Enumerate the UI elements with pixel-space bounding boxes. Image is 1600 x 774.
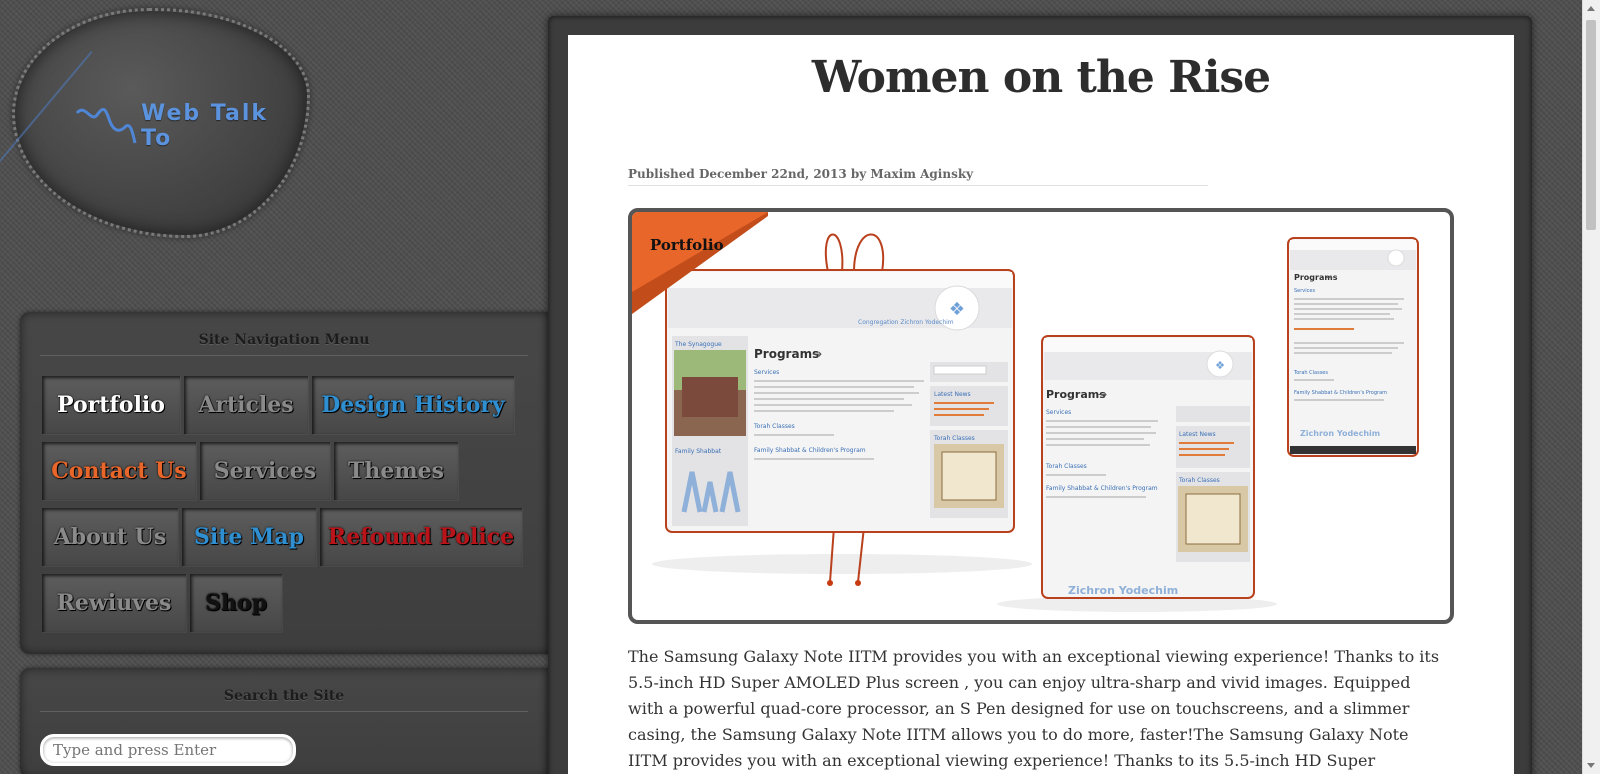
scroll-down-arrow-icon[interactable] [1587, 763, 1595, 768]
svg-text:→: → [1326, 273, 1333, 282]
svg-text:Latest News: Latest News [934, 391, 971, 398]
nav-item-contact-us[interactable]: Contact Us [42, 442, 196, 500]
mockup-screen-medium: ❖ Programs → Services Torah Classes Fami… [1041, 335, 1255, 599]
svg-text:Family Shabbat & Children's Pr: Family Shabbat & Children's Program [1046, 485, 1158, 492]
nav-item-articles[interactable]: Articles [184, 376, 308, 434]
search-panel: Search the Site [20, 668, 550, 774]
svg-text:Torah Classes: Torah Classes [933, 435, 975, 442]
svg-text:Family Shabbat & Children's Pr: Family Shabbat & Children's Program [1294, 390, 1387, 396]
svg-text:Latest News: Latest News [1179, 431, 1216, 438]
post-title[interactable]: Women on the Rise [568, 52, 1514, 103]
nav-item-design-history[interactable]: Design History [312, 376, 514, 434]
svg-text:→: → [1098, 388, 1107, 401]
svg-text:The Synagogue: The Synagogue [674, 341, 722, 348]
page-scrollbar[interactable] [1582, 0, 1600, 774]
svg-text:→: → [812, 347, 822, 361]
post-meta: Published December 22nd, 2013 by Maxim A… [628, 167, 1208, 186]
svg-text:Programs: Programs [754, 347, 819, 361]
wave-icon [75, 108, 137, 144]
portfolio-mockup-illustration: ❖ Congregation Zichron Yodechim The Syna… [632, 212, 1419, 612]
logo-text: Web Talk To [141, 101, 268, 151]
site-logo[interactable]: Web Talk To [0, 8, 310, 238]
nav-item-shop[interactable]: Shop [190, 574, 282, 632]
nav-panel-title: Site Navigation Menu [40, 332, 528, 356]
svg-text:Torah Classes: Torah Classes [1178, 477, 1220, 484]
svg-text:Portfolio: Portfolio [650, 236, 724, 254]
svg-text:Zichron Yodechim: Zichron Yodechim [1068, 584, 1178, 597]
nav-item-about-us[interactable]: About Us [42, 508, 178, 566]
nav-item-site-map[interactable]: Site Map [182, 508, 316, 566]
nav-item-portfolio[interactable]: Portfolio [42, 376, 180, 434]
nav-item-themes[interactable]: Themes [334, 442, 458, 500]
nav-item-rewiuves[interactable]: Rewiuves [42, 574, 186, 632]
svg-text:Services: Services [754, 369, 779, 376]
post-body: The Samsung Galaxy Note IITM provides yo… [628, 647, 1440, 770]
site-navigation-panel: Site Navigation Menu Portfolio Articles … [20, 312, 550, 654]
svg-text:Congregation Zichron Yodechim: Congregation Zichron Yodechim [858, 319, 954, 326]
featured-image[interactable]: ❖ Congregation Zichron Yodechim The Syna… [628, 208, 1454, 624]
svg-text:❖: ❖ [1215, 359, 1225, 372]
nav-item-services[interactable]: Services [200, 442, 330, 500]
svg-text:Torah Classes: Torah Classes [753, 423, 795, 430]
scroll-up-arrow-icon[interactable] [1587, 6, 1595, 11]
svg-text:Family Shabbat: Family Shabbat [675, 448, 722, 455]
svg-text:Torah Classes: Torah Classes [1045, 463, 1087, 470]
mockup-screen-small: Programs → Services Torah Classes Family… [1287, 237, 1419, 457]
search-input[interactable] [40, 734, 296, 766]
scroll-thumb[interactable] [1586, 20, 1596, 230]
svg-text:Zichron Yodechim: Zichron Yodechim [1300, 429, 1380, 438]
search-panel-title: Search the Site [40, 688, 528, 712]
nav-item-refound-police[interactable]: Refound Police [320, 508, 522, 566]
mockup-screen-large: ❖ Congregation Zichron Yodechim The Syna… [665, 269, 1015, 533]
svg-text:Torah Classes: Torah Classes [1293, 370, 1328, 376]
svg-text:Family Shabbat & Children's Pr: Family Shabbat & Children's Program [754, 447, 866, 454]
svg-text:Services: Services [1046, 409, 1071, 416]
svg-text:❖: ❖ [949, 299, 965, 320]
svg-text:Services: Services [1294, 288, 1315, 294]
